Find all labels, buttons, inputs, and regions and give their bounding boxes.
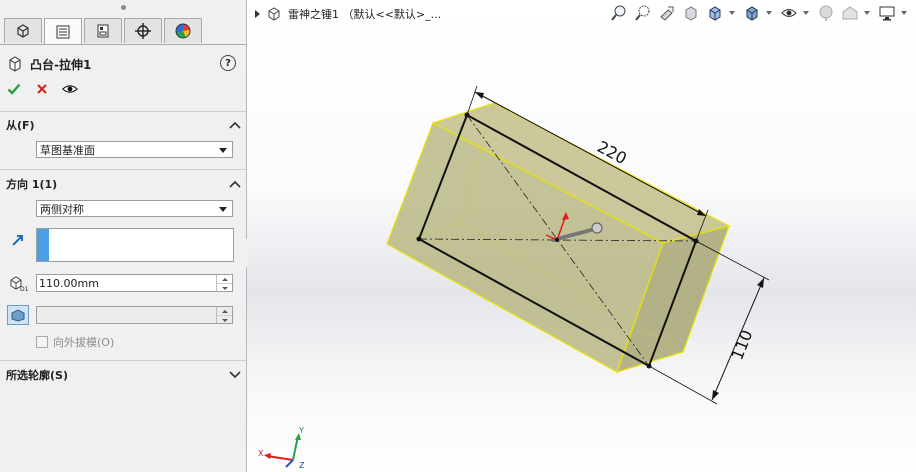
reverse-direction-button[interactable] bbox=[7, 230, 29, 250]
manager-tabs bbox=[4, 18, 204, 44]
draft-icon bbox=[11, 309, 25, 322]
close-icon bbox=[37, 84, 47, 94]
scene-icon bbox=[842, 6, 858, 20]
depth-value: 110.00mm bbox=[39, 276, 99, 290]
reference-triad: X Y Z bbox=[258, 426, 305, 470]
chevron-up-icon[interactable] bbox=[228, 118, 242, 132]
draft-angle-input[interactable] bbox=[36, 306, 233, 324]
tab-configuration-manager[interactable] bbox=[84, 18, 122, 43]
section-direction1-header[interactable]: 方向 1(1) bbox=[6, 176, 242, 192]
dimension-depth-label[interactable]: 110 bbox=[727, 327, 756, 362]
triad-x-label: X bbox=[258, 449, 264, 458]
cancel-button[interactable] bbox=[34, 81, 50, 97]
configuration-icon bbox=[97, 24, 109, 38]
eye-icon bbox=[62, 85, 78, 93]
action-buttons bbox=[6, 81, 78, 97]
part-icon bbox=[268, 7, 280, 21]
view-settings-button[interactable] bbox=[877, 3, 897, 23]
direction-arrow-icon bbox=[12, 235, 23, 246]
end-condition-value: 两侧对称 bbox=[40, 202, 84, 216]
help-icon[interactable]: ? bbox=[220, 55, 236, 71]
chevron-down-icon bbox=[219, 148, 227, 153]
display-style-icon bbox=[746, 6, 758, 21]
eye-icon bbox=[781, 9, 797, 17]
section-view-button[interactable] bbox=[681, 3, 701, 23]
part-name[interactable]: 雷神之锤1 （默认<<默认>_... bbox=[288, 6, 441, 22]
section-from-title: 从(F) bbox=[6, 119, 35, 132]
property-list-icon bbox=[56, 25, 70, 38]
section-contours-title: 所选轮廓(S) bbox=[6, 369, 68, 382]
draft-outward-label: 向外拔模(O) bbox=[53, 336, 115, 349]
tab-dimxpert-manager[interactable] bbox=[124, 18, 162, 43]
section-view-icon bbox=[685, 6, 697, 21]
section-from-header[interactable]: 从(F) bbox=[6, 117, 242, 133]
zoom-to-fit-icon bbox=[611, 5, 626, 21]
depth-stepper[interactable] bbox=[216, 275, 232, 291]
preview-button[interactable] bbox=[62, 81, 78, 97]
display-style-button[interactable] bbox=[742, 3, 762, 23]
end-condition-select[interactable]: 两侧对称 bbox=[36, 200, 233, 217]
tab-property-manager[interactable] bbox=[44, 18, 82, 44]
checkmark-icon bbox=[7, 83, 21, 95]
section-contours-header[interactable]: 所选轮廓(S) bbox=[6, 367, 242, 383]
monitor-icon bbox=[879, 6, 895, 21]
heads-up-view-toolbar bbox=[609, 3, 910, 23]
previous-view-icon bbox=[660, 6, 674, 21]
crosshair-icon bbox=[135, 23, 151, 39]
previous-view-button[interactable] bbox=[657, 3, 677, 23]
ok-button[interactable] bbox=[6, 81, 22, 97]
svg-text:D1: D1 bbox=[20, 286, 28, 292]
triad-z-label: Z bbox=[299, 461, 305, 470]
chevron-up-icon[interactable] bbox=[228, 177, 242, 191]
zoom-to-fit-button[interactable] bbox=[609, 3, 629, 23]
feature-tree-flyout[interactable]: 雷神之锤1 （默认<<默认>_... bbox=[255, 6, 441, 22]
depth-input[interactable]: 110.00mm bbox=[36, 274, 233, 292]
chevron-down-icon[interactable] bbox=[228, 368, 242, 382]
from-select-value: 草图基准面 bbox=[40, 143, 95, 157]
view-orientation-button[interactable] bbox=[705, 3, 725, 23]
from-select[interactable]: 草图基准面 bbox=[36, 141, 233, 158]
appearance-color-icon bbox=[175, 23, 191, 39]
draft-outward-option[interactable]: 向外拔模(O) bbox=[36, 334, 114, 350]
depth-icon: D1 bbox=[7, 273, 29, 293]
draft-outward-checkbox[interactable] bbox=[36, 336, 48, 348]
property-manager: 凸台-拉伸1 ? 从(F) 草图基准面 方向 1(1) 两侧对称 D1 110.… bbox=[0, 0, 247, 472]
edit-appearance-button[interactable] bbox=[816, 3, 836, 23]
view-orientation-icon bbox=[709, 6, 721, 21]
feature-tree-icon bbox=[17, 24, 29, 38]
chevron-down-icon[interactable] bbox=[901, 11, 907, 15]
chevron-down-icon[interactable] bbox=[803, 11, 809, 15]
zoom-to-area-button[interactable] bbox=[633, 3, 653, 23]
feature-title: 凸台-拉伸1 bbox=[30, 57, 92, 72]
triad-y-label: Y bbox=[298, 426, 304, 435]
expand-arrow-icon[interactable] bbox=[255, 10, 260, 18]
chevron-down-icon[interactable] bbox=[766, 11, 772, 15]
panel-collapse-handle[interactable] bbox=[0, 0, 246, 14]
hide-show-items-button[interactable] bbox=[779, 3, 799, 23]
boss-extrude-icon bbox=[9, 56, 21, 72]
chevron-down-icon[interactable] bbox=[729, 11, 735, 15]
graphics-area[interactable]: 220 110 雷神之锤1 （默认<<默认>_... X Y Z bbox=[247, 0, 916, 472]
draft-angle-stepper[interactable] bbox=[216, 307, 232, 323]
chevron-down-icon bbox=[219, 207, 227, 212]
apply-scene-button[interactable] bbox=[840, 3, 860, 23]
zoom-area-icon bbox=[635, 5, 650, 21]
tab-display-manager[interactable] bbox=[164, 18, 202, 43]
model-view: 220 110 bbox=[386, 85, 770, 405]
tab-feature-manager[interactable] bbox=[4, 18, 42, 43]
chevron-down-icon[interactable] bbox=[864, 11, 870, 15]
feature-header: 凸台-拉伸1 ? bbox=[8, 54, 238, 74]
appearance-sphere-icon bbox=[819, 5, 833, 21]
draft-toggle-button[interactable] bbox=[7, 305, 29, 325]
direction-selection-box[interactable] bbox=[36, 228, 234, 262]
section-direction1-title: 方向 1(1) bbox=[6, 178, 58, 191]
